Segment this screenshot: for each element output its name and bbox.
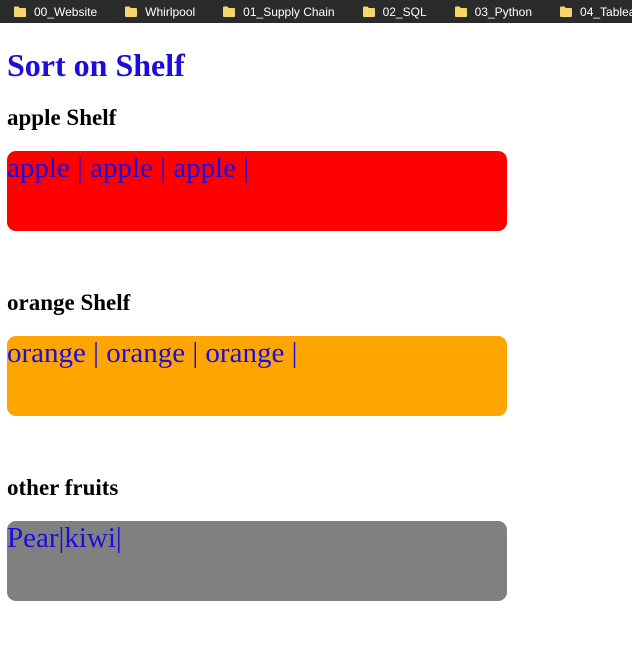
- folder-icon: [454, 6, 467, 17]
- bookmark-label: 00_Website: [34, 4, 98, 19]
- bookmark-01-supply-chain[interactable]: 01_Supply Chain: [209, 0, 348, 23]
- other-fruits-contents: Pear|kiwi|: [7, 522, 122, 554]
- bookmark-label: Whirlpool: [145, 4, 196, 19]
- bookmark-00-website[interactable]: 00_Website: [0, 0, 111, 23]
- orange-shelf-contents: orange | orange | orange |: [7, 337, 298, 369]
- folder-icon: [14, 6, 26, 17]
- folder-icon: [362, 6, 375, 17]
- bookmark-label: 01_Supply Chain: [243, 4, 335, 19]
- other-fruits-shelf: Pear|kiwi|: [7, 521, 507, 601]
- bookmarks-bar: 00_Website Whirlpool 01_Supply Chain 02_…: [0, 0, 632, 23]
- page-title: Sort on Shelf: [7, 47, 185, 83]
- bookmark-03-python[interactable]: 03_Python: [441, 0, 546, 23]
- other-fruits-heading: other fruits: [7, 475, 119, 500]
- apple-shelf-contents: apple | apple | apple |: [7, 152, 250, 184]
- folder-icon: [223, 6, 236, 17]
- orange-shelf-heading: orange Shelf: [7, 290, 131, 315]
- folder-icon: [125, 6, 138, 17]
- apple-shelf-heading: apple Shelf: [7, 105, 117, 130]
- folder-icon: [560, 6, 573, 17]
- apple-shelf: apple | apple | apple |: [7, 151, 507, 231]
- bookmark-label: 04_Tableau: [580, 4, 632, 19]
- bookmark-whirlpool[interactable]: Whirlpool: [111, 0, 209, 23]
- page-content: Sort on Shelf apple Shelf apple | apple …: [7, 23, 625, 601]
- bookmark-02-sql[interactable]: 02_SQL: [349, 0, 441, 23]
- bookmark-label: 02_SQL: [382, 4, 427, 19]
- bookmark-04-tableau[interactable]: 04_Tableau: [546, 0, 632, 23]
- bookmark-label: 03_Python: [474, 4, 533, 19]
- orange-shelf: orange | orange | orange |: [7, 336, 507, 416]
